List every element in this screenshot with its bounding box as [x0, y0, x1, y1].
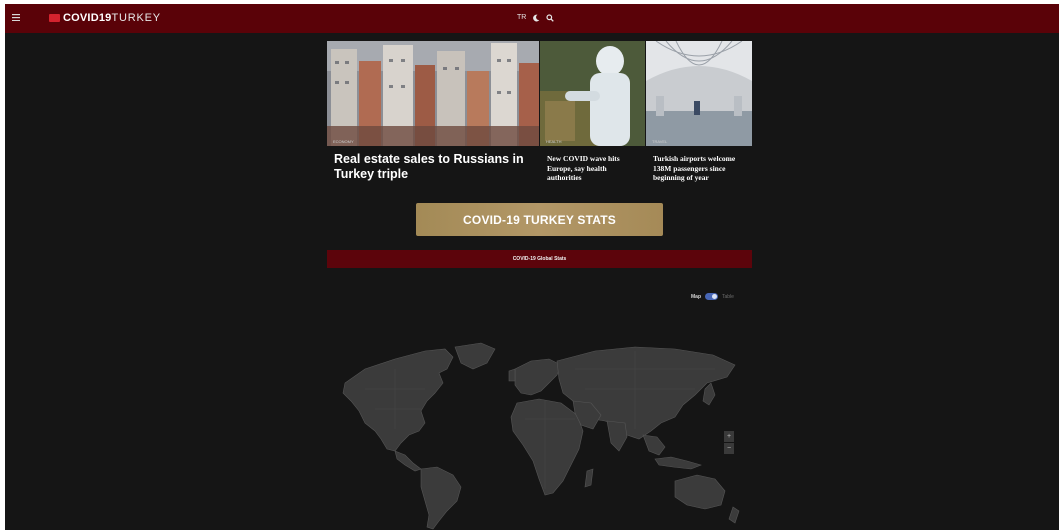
world-map[interactable]	[335, 339, 745, 530]
greenland	[454, 342, 496, 370]
menu-icon[interactable]	[12, 14, 20, 22]
news-card[interactable]: TRAVEL Turkish airports welcome 138M pas…	[646, 41, 752, 191]
news-category-tag: HEALTH	[546, 139, 562, 144]
zoom-in-button[interactable]: +	[724, 431, 734, 442]
global-stats-header: COVID-19 Global Stats	[327, 250, 752, 268]
new-zealand	[728, 506, 740, 524]
europe	[514, 358, 562, 396]
toggle-label-table: Table	[722, 293, 734, 300]
zoom-out-button[interactable]: −	[724, 443, 734, 454]
news-image-lab	[540, 41, 645, 146]
news-title[interactable]: Real estate sales to Russians in Turkey …	[334, 152, 524, 182]
south-america	[420, 466, 462, 530]
news-card[interactable]: ECONOMY Real estate sales to Russians in…	[327, 41, 539, 191]
turkey-stats-button[interactable]: COVID-19 TURKEY STATS	[416, 203, 663, 236]
browser-viewport: COVID19 TURKEY TR ECONOMY Real estate sa…	[5, 4, 1059, 530]
central-america	[394, 450, 422, 472]
moon-icon[interactable]	[532, 14, 540, 22]
toggle-label-map: Map	[691, 293, 701, 300]
news-title[interactable]: Turkish airports welcome 138M passengers…	[653, 154, 747, 183]
news-image-buildings	[327, 41, 539, 146]
north-america	[342, 348, 454, 452]
map-table-toggle[interactable]: Map Table	[691, 293, 734, 300]
site-logo[interactable]: COVID19 TURKEY	[49, 11, 161, 25]
language-switch[interactable]: TR	[517, 13, 526, 22]
japan	[702, 382, 716, 406]
uk	[508, 368, 516, 382]
logo-text-light: TURKEY	[111, 12, 161, 24]
indonesia	[654, 456, 702, 470]
australia	[674, 474, 726, 510]
logo-mark-icon	[49, 14, 60, 22]
news-image-airport	[646, 41, 752, 146]
africa	[510, 398, 584, 496]
header-tools: TR	[517, 13, 555, 22]
news-category-tag: ECONOMY	[333, 139, 354, 144]
news-category-tag: TRAVEL	[652, 139, 668, 144]
top-navbar: COVID19 TURKEY TR	[5, 4, 1059, 33]
toggle-switch[interactable]	[705, 293, 718, 300]
madagascar	[584, 468, 594, 488]
news-title[interactable]: New COVID wave hits Europe, say health a…	[547, 154, 641, 183]
map-zoom-controls: + −	[724, 431, 734, 455]
news-card[interactable]: HEALTH New COVID wave hits Europe, say h…	[540, 41, 645, 191]
southeast-asia	[642, 434, 666, 456]
search-icon[interactable]	[546, 13, 555, 22]
india	[606, 420, 628, 452]
news-section: ECONOMY Real estate sales to Russians in…	[327, 41, 752, 191]
logo-text-bold: COVID19	[63, 12, 112, 24]
